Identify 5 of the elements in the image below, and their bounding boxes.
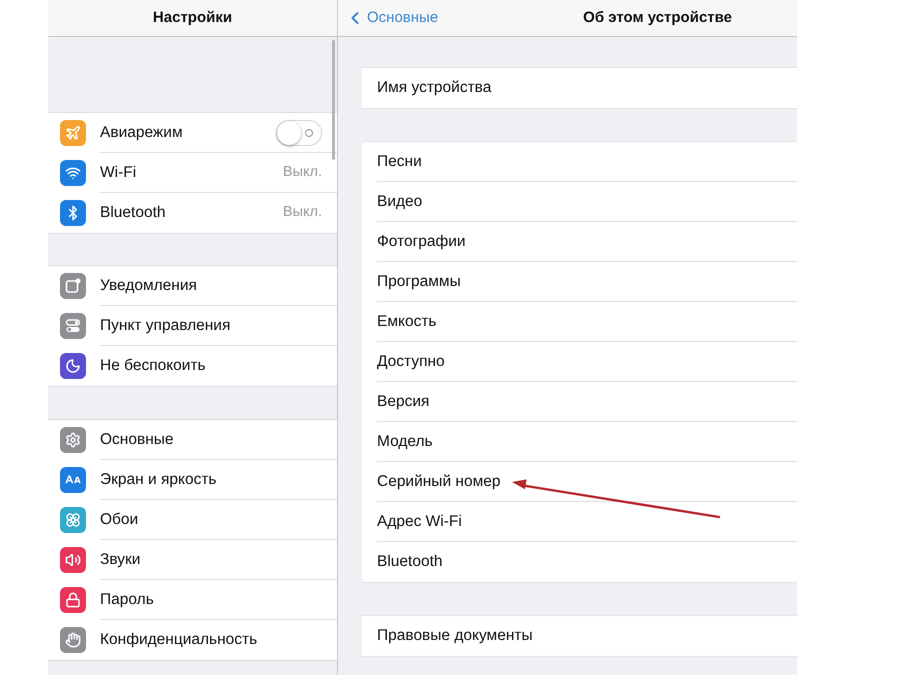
toggle-switch[interactable] (276, 120, 322, 146)
status-value: Выкл. (282, 162, 322, 182)
page-title: Об этом устройстве (583, 8, 732, 28)
sidebar-title: Настройки (152, 8, 232, 28)
status-value: Выкл. (282, 203, 322, 222)
